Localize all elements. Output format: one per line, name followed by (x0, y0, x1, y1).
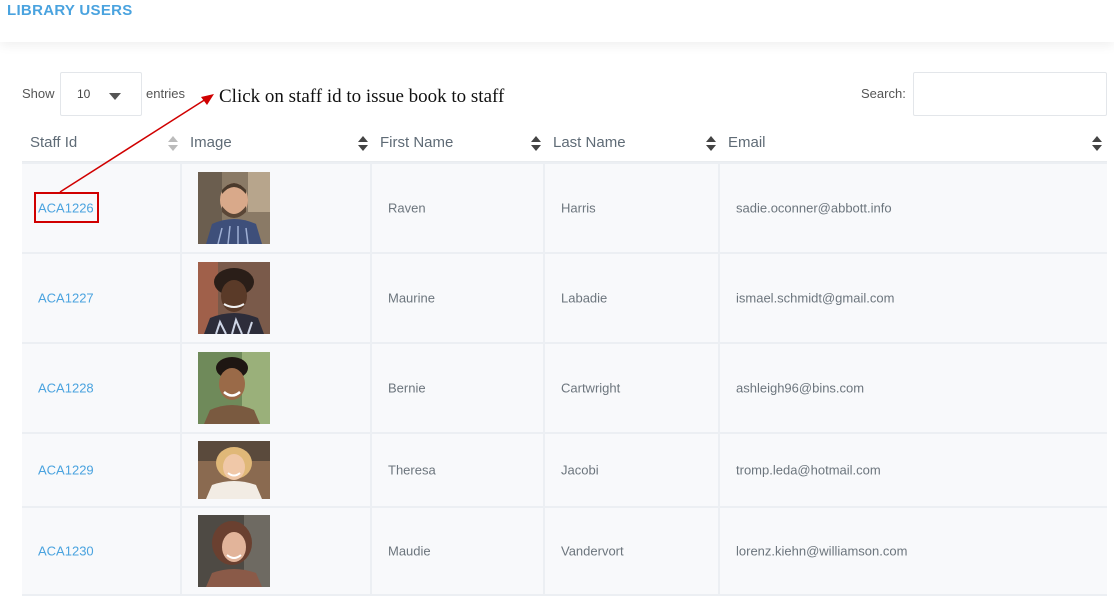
column-header-label: First Name (380, 134, 454, 151)
column-header-email[interactable]: Email (720, 124, 1107, 162)
email-cell: ismael.schmidt@gmail.com (720, 254, 1107, 342)
staff-id-link[interactable]: ACA1228 (38, 381, 94, 396)
email-cell: lorenz.kiehn@williamson.com (720, 508, 1107, 594)
last-name-cell: Jacobi (545, 434, 720, 506)
image-cell (182, 254, 372, 342)
annotation-text: Click on staff id to issue book to staff (219, 86, 505, 107)
chevron-down-icon (109, 93, 121, 100)
sort-icon (168, 136, 178, 152)
entries-value: 10 (77, 87, 91, 101)
staff-id-link[interactable]: ACA1229 (38, 463, 94, 478)
last-name: Labadie (561, 290, 608, 306)
column-header-label: Staff Id (30, 134, 78, 151)
first-name: Maudie (388, 543, 431, 559)
search-label: Search: (861, 86, 906, 101)
email: ismael.schmidt@gmail.com (736, 290, 895, 306)
email: sadie.oconner@abbott.info (736, 200, 892, 216)
first-name-cell: Raven (372, 164, 545, 252)
image-cell (182, 164, 372, 252)
email: ashleigh96@bins.com (736, 380, 865, 396)
column-header-label: Email (728, 134, 766, 151)
avatar (198, 441, 270, 499)
page-title: LIBRARY USERS (7, 2, 133, 19)
avatar (198, 515, 270, 587)
staff-id-cell: ACA1229 (22, 434, 182, 506)
email: lorenz.kiehn@williamson.com (736, 543, 908, 559)
first-name: Raven (388, 200, 426, 216)
avatar (198, 262, 270, 334)
first-name-cell: Theresa (372, 434, 545, 506)
column-header-first-name[interactable]: First Name (372, 124, 545, 162)
column-header-image[interactable]: Image (182, 124, 372, 162)
last-name: Vandervort (561, 543, 624, 559)
table-row: ACA1228 Bernie Cartwright ashleigh96@bin… (22, 342, 1107, 432)
last-name-cell: Vandervort (545, 508, 720, 594)
sort-icon (706, 136, 716, 152)
entries-select[interactable]: 10 (60, 72, 142, 116)
image-cell (182, 344, 372, 432)
first-name: Bernie (388, 380, 426, 396)
table-row: ACA1226 Raven Harris sadie.oconner@abbot… (22, 162, 1107, 252)
sort-icon (1092, 136, 1102, 152)
table-row: ACA1227 Maurine Labadie ismael.schmidt@g… (22, 252, 1107, 342)
sort-icon (358, 136, 368, 152)
email: tromp.leda@hotmail.com (736, 462, 881, 478)
column-header-label: Image (190, 134, 232, 151)
avatar (198, 352, 270, 424)
search-input[interactable] (913, 72, 1107, 116)
staff-id-link[interactable]: ACA1227 (38, 291, 94, 306)
staff-id-link[interactable]: ACA1230 (38, 544, 94, 559)
show-label: Show (22, 86, 55, 101)
last-name-cell: Cartwright (545, 344, 720, 432)
first-name-cell: Maurine (372, 254, 545, 342)
staff-id-cell: ACA1230 (22, 508, 182, 594)
staff-id-cell: ACA1227 (22, 254, 182, 342)
first-name: Maurine (388, 290, 435, 306)
sort-icon (531, 136, 541, 152)
annotation-highlight-box (34, 192, 99, 223)
entries-label: entries (146, 86, 186, 101)
last-name: Cartwright (561, 380, 621, 396)
image-cell (182, 434, 372, 506)
email-cell: ashleigh96@bins.com (720, 344, 1107, 432)
table-row: ACA1229 Theresa Jacobi tromp.leda@hotmai… (22, 432, 1107, 506)
first-name: Theresa (388, 462, 436, 478)
column-header-last-name[interactable]: Last Name (545, 124, 720, 162)
table-row: ACA1230 Maudie Vandervort lorenz.kiehn@w… (22, 506, 1107, 596)
last-name-cell: Labadie (545, 254, 720, 342)
last-name-cell: Harris (545, 164, 720, 252)
first-name-cell: Maudie (372, 508, 545, 594)
email-cell: sadie.oconner@abbott.info (720, 164, 1107, 252)
first-name-cell: Bernie (372, 344, 545, 432)
email-cell: tromp.leda@hotmail.com (720, 434, 1107, 506)
staff-id-cell: ACA1228 (22, 344, 182, 432)
top-bar: LIBRARY USERS (0, 0, 1114, 42)
last-name: Jacobi (561, 462, 599, 478)
last-name: Harris (561, 200, 596, 216)
column-header-staff-id[interactable]: Staff Id (22, 124, 182, 162)
avatar (198, 172, 270, 244)
image-cell (182, 508, 372, 594)
column-header-label: Last Name (553, 134, 626, 151)
